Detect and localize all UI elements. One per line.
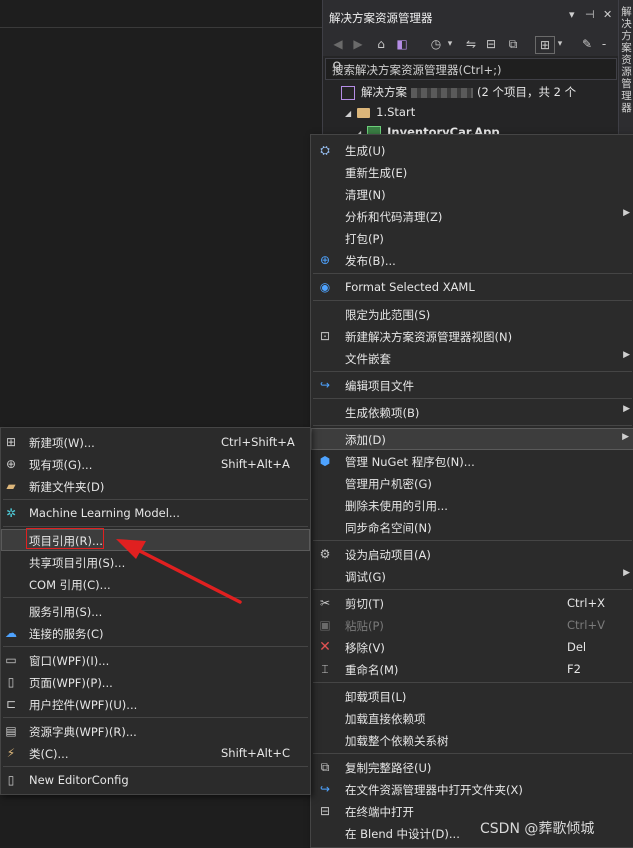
watermark: CSDN @葬歌倾城 [480,821,595,837]
annotation-arrow [116,539,242,604]
